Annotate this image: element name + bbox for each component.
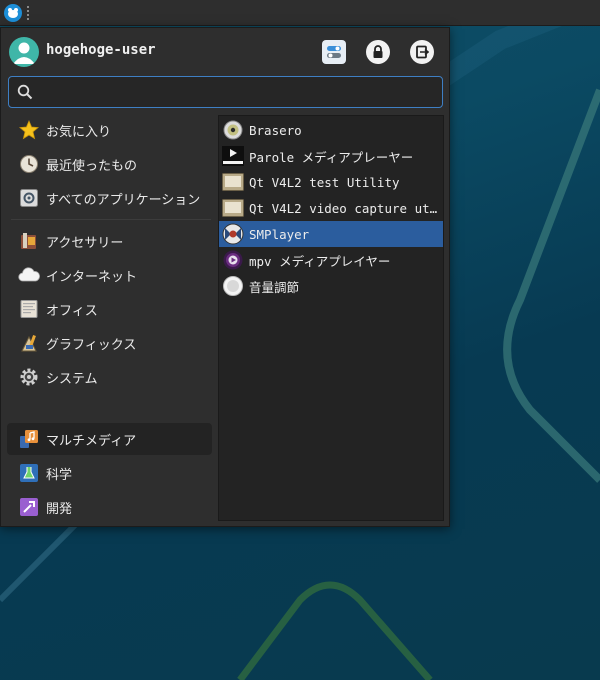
app-label: Qt V4L2 video capture utility [249,200,441,216]
app-label: Brasero [249,122,302,138]
app-label: Qt V4L2 test Utility [249,174,400,190]
app-item-smplayer[interactable]: SMPlayer [219,221,443,247]
app-label: mpv メディアプレイヤー [249,253,391,269]
smplayer-icon [222,223,244,245]
search-box[interactable] [8,76,443,108]
category-label: オフィス [46,303,98,319]
app-item-brasero[interactable]: Brasero [219,117,443,143]
log-out-button[interactable] [410,40,434,64]
search-icon [17,84,33,100]
category-favorites[interactable]: お気に入り [7,114,212,146]
app-item-parole[interactable]: Parole メディアプレーヤー [219,143,443,169]
qt-v4l2-icon [222,171,244,193]
whisker-menu: hogehoge-user お気に入り 最近使ったもの すべてのアプリケーション… [0,27,450,527]
category-accessories[interactable]: アクセサリー [7,225,212,257]
app-label: SMPlayer [249,226,310,242]
category-office[interactable]: オフィス [7,293,212,325]
search-input[interactable] [39,81,435,103]
category-label: マルチメディア [46,433,137,449]
category-label: 科学 [46,467,73,483]
star-icon [18,119,40,141]
app-item-mpv[interactable]: mpv メディアプレイヤー [219,247,443,273]
development-icon [18,496,40,518]
category-label: システム [46,371,98,387]
log-out-icon [416,45,429,59]
category-separator [11,219,211,220]
system-gear-icon [18,366,40,388]
category-label: お気に入り [46,124,112,140]
settings-toggle-icon [327,46,341,58]
panel-handle[interactable] [27,6,31,20]
category-system[interactable]: システム [7,361,212,393]
mpv-icon [222,249,244,271]
category-all-applications[interactable]: すべてのアプリケーション [7,182,212,214]
avatar [9,37,39,67]
category-recent[interactable]: 最近使ったもの [7,148,212,180]
lock-screen-button[interactable] [366,40,390,64]
category-list: お気に入り 最近使ったもの すべてのアプリケーション アクセサリー インターネッ… [7,114,213,526]
category-graphics[interactable]: グラフィックス [7,327,212,359]
app-item-qt-v4l2-test[interactable]: Qt V4L2 test Utility [219,169,443,195]
category-label: 最近使ったもの [46,158,138,174]
office-icon [18,298,40,320]
category-internet[interactable]: インターネット [7,259,212,291]
username: hogehoge-user [46,42,156,58]
top-panel [0,0,600,26]
category-science[interactable]: 科学 [7,457,212,489]
qt-v4l2-icon [222,197,244,219]
application-list: Brasero Parole メディアプレーヤー Qt V4L2 test Ut… [218,115,444,521]
category-label: すべてのアプリケーション [46,192,201,208]
category-label: 開発 [46,501,73,517]
app-label: 音量調節 [249,279,300,295]
parole-play-icon [222,145,244,167]
science-icon [18,462,40,484]
category-label: グラフィックス [46,337,137,353]
category-education[interactable]: 教育 [7,525,212,526]
app-item-qt-v4l2-capture[interactable]: Qt V4L2 video capture utility [219,195,443,221]
category-label: アクセサリー [46,235,124,251]
app-item-volume-control[interactable]: 音量調節 [219,273,443,299]
clock-icon [18,153,40,175]
all-apps-icon [18,187,40,209]
lock-icon [373,45,383,58]
xfce-mouse-icon [8,8,18,18]
multimedia-icon [18,428,40,450]
category-multimedia[interactable]: マルチメディア [7,423,212,455]
app-label: Parole メディアプレーヤー [249,149,414,165]
whisker-menu-button[interactable] [4,4,22,22]
accessories-icon [18,230,40,252]
graphics-icon [18,332,40,354]
settings-manager-button[interactable] [322,40,346,64]
disc-icon [222,119,244,141]
category-development[interactable]: 開発 [7,491,212,523]
user-icon [13,42,35,64]
volume-icon [222,275,244,297]
category-label: インターネット [46,269,138,285]
cloud-icon [18,264,40,286]
menu-header: hogehoge-user [1,28,449,74]
